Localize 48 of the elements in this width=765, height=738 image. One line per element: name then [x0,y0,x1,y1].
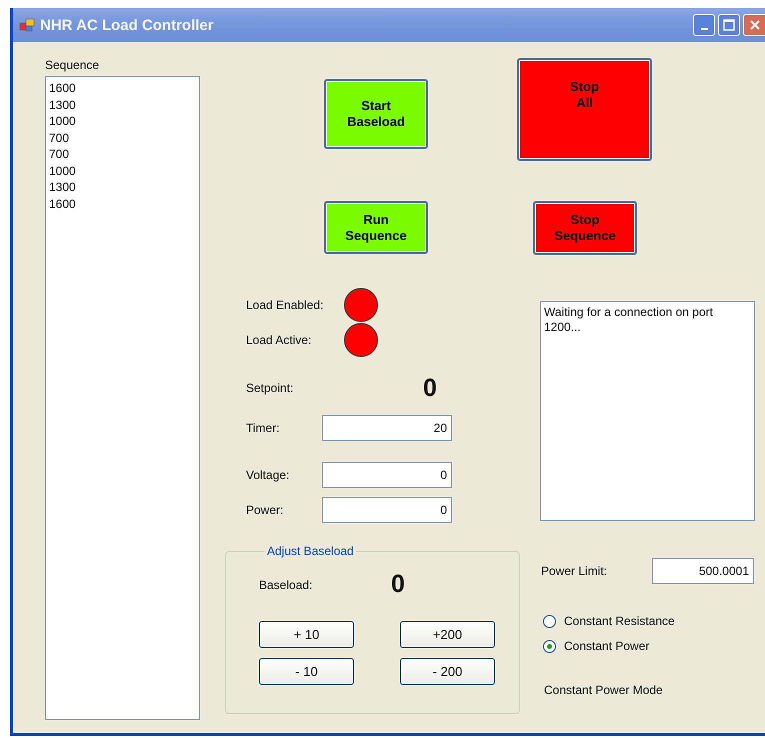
close-button[interactable] [743,14,765,36]
sequence-label: Sequence [45,58,100,72]
indicator-label: Load Enabled: [246,298,324,312]
setpoint-value: 0 [423,374,437,402]
power-limit-label: Power Limit: [541,564,608,578]
run-sequence-button[interactable]: Run Sequence [324,201,428,254]
list-item[interactable]: 1600 [49,80,76,96]
radio-button[interactable] [543,640,556,652]
mode-status: Constant Power Mode [544,683,664,697]
close-icon [748,18,762,32]
list-item[interactable]: 1600 [49,196,76,212]
radio-label[interactable]: Constant Power [564,639,650,653]
minimize-icon [700,28,708,30]
field-label: Power: [246,503,284,517]
list-item[interactable]: 1300 [49,179,76,196]
baseload-value: 0 [391,570,405,599]
adjust-button[interactable]: - 10 [259,658,354,685]
list-item[interactable]: 1300 [49,96,76,113]
list-item[interactable]: 700 [49,146,70,162]
setpoint-label: Setpoint: [246,381,294,395]
start-baseload-button[interactable]: Start Baseload [324,79,428,149]
list-item[interactable]: 700 [49,130,70,146]
minimize-button[interactable] [693,14,715,36]
window-title: NHR AC Load Controller [40,16,214,34]
maximize-button[interactable] [718,14,740,36]
input-field[interactable]: 20 [322,415,452,441]
log-text: Waiting for a connection on port 1200... [544,305,713,334]
adjust-button[interactable]: +200 [400,621,495,648]
adjust-button[interactable]: - 200 [400,658,495,685]
input-field[interactable]: 0 [322,462,452,488]
list-item[interactable]: 1000 [49,162,76,179]
radio-label[interactable]: Constant Resistance [564,614,675,628]
stop-sequence-button[interactable]: Stop Sequence [533,201,637,255]
power-limit-field[interactable]: 500.0001 [652,558,754,584]
field-label: Voltage: [246,468,290,482]
group-title: Adjust Baseload [266,544,355,558]
adjust-button[interactable]: + 10 [259,621,354,648]
input-field[interactable]: 0 [322,497,452,523]
log-box[interactable]: Waiting for a connection on port 1200... [540,301,755,521]
app-icon [19,17,35,33]
maximize-icon [722,18,736,32]
radio-button[interactable] [543,614,556,628]
list-item[interactable]: 1000 [49,113,76,130]
indicator-label: Load Active: [246,333,312,347]
sequence-list[interactable]: 1600 1300 1000 700 700 1000 1300 1600 [45,76,200,720]
field-label: Timer: [246,421,281,435]
baseload-label: Baseload: [259,578,314,592]
stop-all-button[interactable]: Stop All [517,58,652,161]
